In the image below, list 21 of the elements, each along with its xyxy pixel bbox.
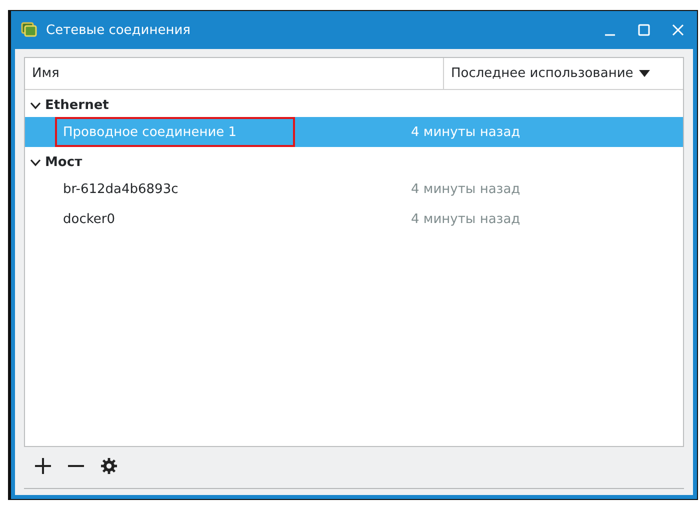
last-used-text: 4 минуты назад — [411, 182, 520, 196]
column-header[interactable]: Имя — [25, 58, 444, 89]
connection-name: br-612da4b6893c — [63, 182, 178, 196]
column-header[interactable]: Последнее использование — [444, 58, 683, 89]
group-label: Ethernet — [45, 98, 109, 112]
connection-name: docker0 — [63, 212, 116, 226]
app-icon — [21, 22, 37, 38]
window-title: Сетевые соединения — [46, 22, 192, 38]
expander-icon[interactable] — [30, 100, 41, 110]
add-button[interactable] — [34, 457, 52, 475]
connection-name: Проводное соединение 1 — [63, 124, 237, 140]
last-used-text: 4 минуты назад — [411, 212, 520, 226]
last-used-text: 4 минуты назад — [411, 124, 520, 140]
sort-arrow-icon — [639, 70, 650, 78]
group-label: Мост — [45, 154, 82, 170]
close-button[interactable] — [671, 23, 685, 37]
maximize-button[interactable] — [637, 23, 651, 37]
connection-row[interactable]: br-612da4b6893c 4 минуты назад — [25, 174, 683, 204]
connection-row[interactable]: docker0 4 минуты назад — [25, 204, 683, 234]
settings-button[interactable] — [100, 457, 118, 475]
expander-icon[interactable] — [30, 156, 41, 168]
